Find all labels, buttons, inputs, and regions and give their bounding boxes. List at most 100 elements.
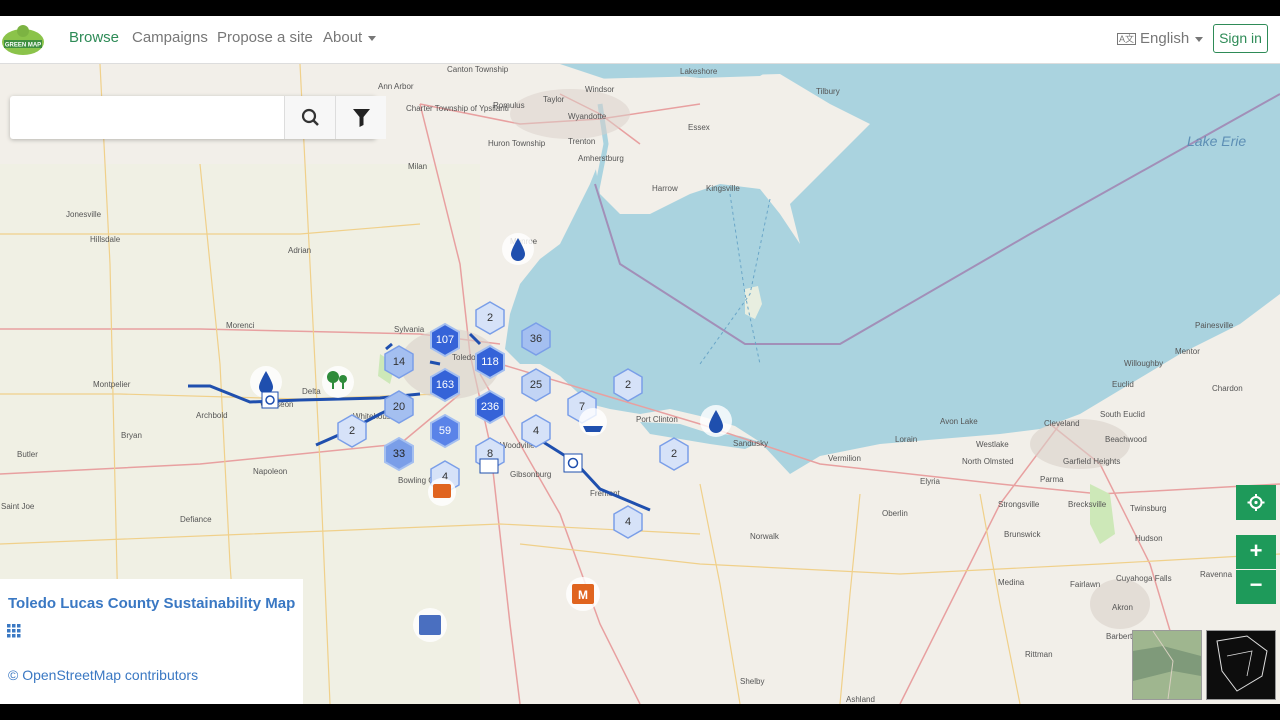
dark-thumbnail-image	[1207, 631, 1275, 699]
svg-text:236: 236	[481, 401, 499, 413]
svg-text:Port Clinton: Port Clinton	[636, 415, 678, 424]
cluster-marker[interactable]: 59	[430, 413, 460, 449]
svg-text:Akron: Akron	[1112, 603, 1133, 612]
svg-text:4: 4	[625, 516, 631, 528]
svg-text:Brecksville: Brecksville	[1068, 500, 1107, 509]
cluster-marker[interactable]: 33	[384, 436, 414, 472]
svg-text:163: 163	[436, 379, 454, 391]
filter-button[interactable]	[335, 96, 386, 139]
cluster-marker[interactable]: 4	[613, 505, 643, 539]
nav-about[interactable]: About	[323, 29, 377, 46]
search-input[interactable]	[10, 96, 274, 139]
svg-text:2: 2	[487, 312, 493, 324]
svg-text:Ravenna: Ravenna	[1200, 570, 1233, 579]
svg-text:Cuyahoga Falls: Cuyahoga Falls	[1116, 574, 1172, 583]
svg-text:Vermilion: Vermilion	[828, 454, 861, 463]
accessibility-icon[interactable]	[563, 453, 583, 473]
svg-text:Morenci: Morenci	[226, 321, 255, 330]
svg-text:Medina: Medina	[998, 578, 1025, 587]
grid-icon[interactable]	[7, 624, 21, 638]
dark-layer-thumbnail[interactable]	[1206, 630, 1276, 700]
language-label: English	[1140, 30, 1190, 47]
cluster-marker[interactable]: 163	[430, 367, 460, 403]
svg-text:Essex: Essex	[688, 123, 710, 132]
locate-button[interactable]	[1236, 485, 1276, 520]
svg-text:Sylvania: Sylvania	[394, 325, 425, 334]
svg-text:Brunswick: Brunswick	[1004, 530, 1041, 539]
hand-water-icon[interactable]	[413, 608, 447, 642]
svg-text:59: 59	[439, 425, 451, 437]
svg-text:Hillsdale: Hillsdale	[90, 235, 121, 244]
museum-icon[interactable]: M	[566, 577, 600, 611]
cluster-marker[interactable]: 14	[384, 345, 414, 379]
svg-text:Chardon: Chardon	[1212, 384, 1243, 393]
crosshair-icon	[1247, 494, 1265, 511]
cluster-marker[interactable]: 36	[521, 322, 551, 356]
cluster-marker[interactable]: 2	[337, 414, 367, 448]
svg-text:Oberlin: Oberlin	[882, 509, 908, 518]
satellite-layer-thumbnail[interactable]	[1132, 630, 1202, 700]
svg-text:4: 4	[533, 425, 539, 437]
svg-text:33: 33	[393, 448, 405, 460]
cluster-marker[interactable]: 118	[475, 344, 505, 380]
svg-text:Shelby: Shelby	[740, 677, 764, 686]
hand-icon[interactable]	[579, 408, 607, 436]
svg-text:7: 7	[579, 401, 585, 413]
language-selector[interactable]: A文 English	[1117, 30, 1204, 47]
svg-text:Saint Joe: Saint Joe	[1, 502, 35, 511]
svg-text:Fairlawn: Fairlawn	[1070, 580, 1100, 589]
water-drop-icon[interactable]	[700, 405, 732, 437]
cluster-marker[interactable]: 4	[521, 414, 551, 448]
svg-text:Elyria: Elyria	[920, 477, 941, 486]
osm-attribution-link[interactable]: © OpenStreetMap contributors	[8, 667, 198, 683]
green-map-logo[interactable]: GREEN MAP	[0, 22, 46, 58]
svg-text:Bryan: Bryan	[121, 431, 142, 440]
svg-text:Romulus: Romulus	[493, 101, 525, 110]
tree-icon[interactable]	[322, 366, 354, 398]
cluster-marker[interactable]: 2	[659, 437, 689, 471]
sign-in-button[interactable]: Sign in	[1213, 24, 1268, 53]
museum-icon[interactable]	[428, 478, 456, 506]
svg-text:M: M	[578, 588, 588, 602]
svg-text:Amherstburg: Amherstburg	[578, 154, 624, 163]
svg-text:Windsor: Windsor	[585, 85, 615, 94]
zoom-in-button[interactable]: +	[1236, 535, 1276, 569]
svg-text:25: 25	[530, 379, 542, 391]
cluster-marker[interactable]: 2	[613, 368, 643, 402]
svg-text:North Olmsted: North Olmsted	[962, 457, 1014, 466]
water-drop-icon[interactable]	[502, 233, 534, 265]
nav-propose-site[interactable]: Propose a site	[217, 29, 313, 46]
svg-text:Gibsonburg: Gibsonburg	[510, 470, 551, 479]
cluster-marker[interactable]: 20	[384, 390, 414, 424]
svg-text:Toledo: Toledo	[452, 353, 476, 362]
accessibility-icon[interactable]	[261, 391, 279, 409]
svg-text:Hudson: Hudson	[1135, 534, 1163, 543]
top-navbar: GREEN MAP Browse Campaigns Propose a sit…	[0, 16, 1280, 64]
zoom-out-button[interactable]: −	[1236, 570, 1276, 604]
nav-browse[interactable]: Browse	[69, 29, 119, 46]
svg-text:Parma: Parma	[1040, 475, 1064, 484]
svg-text:Archbold: Archbold	[196, 411, 228, 420]
svg-text:Garfield Heights: Garfield Heights	[1063, 457, 1120, 466]
map-info-panel: Toledo Lucas County Sustainability Map ©…	[0, 579, 303, 704]
svg-text:Montpelier: Montpelier	[93, 380, 131, 389]
logo-text: GREEN MAP	[5, 43, 41, 49]
search-icon	[301, 108, 319, 126]
svg-text:Defiance: Defiance	[180, 515, 212, 524]
svg-text:Huron Township: Huron Township	[488, 139, 546, 148]
svg-text:South Euclid: South Euclid	[1100, 410, 1145, 419]
svg-text:118: 118	[481, 356, 499, 368]
svg-text:Wyandotte: Wyandotte	[568, 112, 607, 121]
nav-campaigns[interactable]: Campaigns	[132, 29, 208, 46]
search-button[interactable]	[284, 96, 335, 139]
cluster-marker[interactable]: 236	[475, 389, 505, 425]
svg-text:107: 107	[436, 334, 454, 346]
accessibility-icon[interactable]	[479, 458, 499, 474]
cluster-marker[interactable]: 107	[430, 322, 460, 358]
svg-text:Painesville: Painesville	[1195, 321, 1234, 330]
svg-text:2: 2	[625, 379, 631, 391]
cluster-marker[interactable]: 25	[521, 368, 551, 402]
cluster-marker[interactable]: 2	[475, 301, 505, 335]
svg-text:Tilbury: Tilbury	[816, 87, 840, 96]
map-title-link[interactable]: Toledo Lucas County Sustainability Map	[8, 595, 295, 612]
